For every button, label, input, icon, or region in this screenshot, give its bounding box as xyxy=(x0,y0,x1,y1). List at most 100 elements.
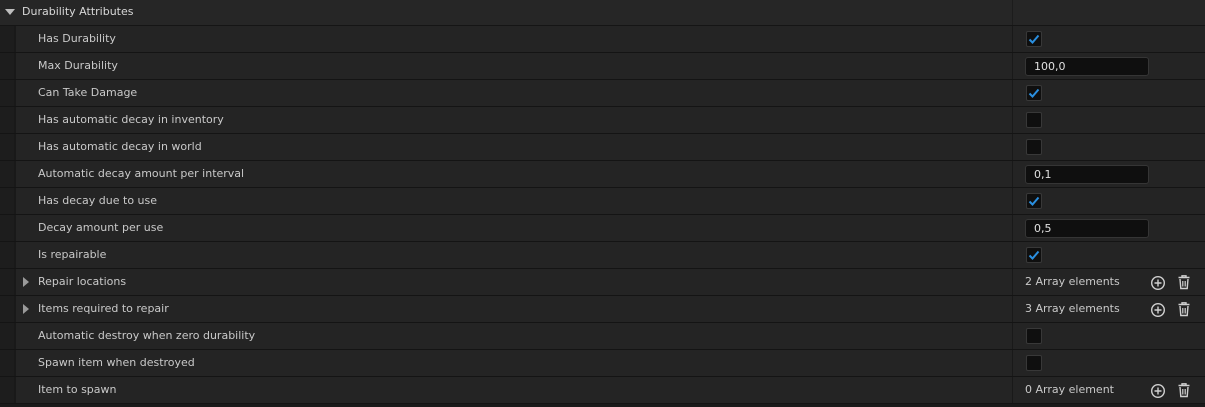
indent-guide xyxy=(14,269,16,295)
property-label: Automatic destroy when zero durability xyxy=(38,329,256,342)
row-gutter xyxy=(0,242,14,268)
checkmark-icon xyxy=(1028,196,1040,206)
property-label: Repair locations xyxy=(38,275,127,288)
indent-guide xyxy=(14,134,16,160)
array-count: 3 Array elements xyxy=(1025,302,1120,315)
property-label: Has Durability xyxy=(38,32,116,45)
column-divider[interactable] xyxy=(1012,0,1013,25)
array-count: 0 Array element xyxy=(1025,383,1114,396)
row-gutter xyxy=(0,269,14,295)
property-row-item-to-spawn: Item to spawn 0 Array element xyxy=(0,377,1205,404)
row-gutter xyxy=(0,323,14,349)
property-row-decay-world: Has automatic decay in world xyxy=(0,134,1205,161)
indent-guide xyxy=(14,350,16,376)
column-divider[interactable] xyxy=(1012,80,1013,106)
column-divider[interactable] xyxy=(1012,242,1013,268)
decay-world-checkbox[interactable] xyxy=(1026,139,1042,155)
decay-due-to-use-checkbox[interactable] xyxy=(1026,193,1042,209)
row-gutter xyxy=(0,161,14,187)
property-row-has-durability: Has Durability xyxy=(0,26,1205,53)
column-divider[interactable] xyxy=(1012,350,1013,376)
column-divider[interactable] xyxy=(1012,296,1013,322)
has-durability-checkbox[interactable] xyxy=(1026,31,1042,47)
trash-icon[interactable] xyxy=(1176,382,1192,398)
is-repairable-checkbox[interactable] xyxy=(1026,247,1042,263)
row-gutter xyxy=(0,107,14,133)
row-gutter xyxy=(0,377,14,403)
column-divider[interactable] xyxy=(1012,107,1013,133)
indent-guide xyxy=(14,80,16,106)
checkmark-icon xyxy=(1028,250,1040,260)
property-row-is-repairable: Is repairable xyxy=(0,242,1205,269)
trash-icon[interactable] xyxy=(1176,274,1192,290)
checkmark-icon xyxy=(1028,34,1040,44)
checkmark-icon xyxy=(1028,88,1040,98)
column-divider[interactable] xyxy=(1012,53,1013,79)
property-row-can-take-damage: Can Take Damage xyxy=(0,80,1205,107)
indent-guide xyxy=(14,323,16,349)
property-label: Is repairable xyxy=(38,248,107,261)
column-divider[interactable] xyxy=(1012,161,1013,187)
row-gutter xyxy=(0,215,14,241)
chevron-right-icon[interactable] xyxy=(23,277,29,287)
details-panel: Durability Attributes Has Durability Max… xyxy=(0,0,1205,407)
row-gutter xyxy=(0,80,14,106)
array-count: 2 Array elements xyxy=(1025,275,1120,288)
category-header[interactable]: Durability Attributes xyxy=(0,0,1205,26)
can-take-damage-checkbox[interactable] xyxy=(1026,85,1042,101)
indent-guide xyxy=(14,107,16,133)
column-divider[interactable] xyxy=(1012,134,1013,160)
row-gutter xyxy=(0,53,14,79)
property-label: Has automatic decay in inventory xyxy=(38,113,224,126)
add-element-icon[interactable] xyxy=(1150,302,1166,318)
indent-guide xyxy=(14,377,16,403)
indent-guide xyxy=(14,161,16,187)
category-title: Durability Attributes xyxy=(22,5,134,18)
spawn-item-checkbox[interactable] xyxy=(1026,355,1042,371)
row-gutter xyxy=(0,350,14,376)
property-label: Has automatic decay in world xyxy=(38,140,202,153)
indent-guide xyxy=(14,296,16,322)
property-label: Spawn item when destroyed xyxy=(38,356,195,369)
row-gutter xyxy=(0,296,14,322)
column-divider[interactable] xyxy=(1012,26,1013,52)
property-label: Decay amount per use xyxy=(38,221,164,234)
indent-guide xyxy=(14,215,16,241)
row-gutter xyxy=(0,26,14,52)
auto-destroy-checkbox[interactable] xyxy=(1026,328,1042,344)
chevron-right-icon[interactable] xyxy=(23,304,29,314)
decay-inventory-checkbox[interactable] xyxy=(1026,112,1042,128)
max-durability-input[interactable]: 100,0 xyxy=(1025,57,1149,76)
property-row-decay-inventory: Has automatic decay in inventory xyxy=(0,107,1205,134)
property-label: Automatic decay amount per interval xyxy=(38,167,245,180)
property-label: Item to spawn xyxy=(38,383,117,396)
property-row-items-required: Items required to repair 3 Array element… xyxy=(0,296,1205,323)
add-element-icon[interactable] xyxy=(1150,383,1166,399)
property-label: Has decay due to use xyxy=(38,194,158,207)
property-label: Items required to repair xyxy=(38,302,169,315)
column-divider[interactable] xyxy=(1012,269,1013,295)
column-divider[interactable] xyxy=(1012,377,1013,403)
indent-guide xyxy=(14,188,16,214)
chevron-down-icon[interactable] xyxy=(5,9,15,15)
column-divider[interactable] xyxy=(1012,323,1013,349)
add-element-icon[interactable] xyxy=(1150,275,1166,291)
indent-guide xyxy=(14,26,16,52)
row-gutter xyxy=(0,188,14,214)
property-label: Max Durability xyxy=(38,59,118,72)
trash-icon[interactable] xyxy=(1176,301,1192,317)
property-row-decay-amount-interval: Automatic decay amount per interval 0,1 xyxy=(0,161,1205,188)
indent-guide xyxy=(14,53,16,79)
property-row-decay-due-to-use: Has decay due to use xyxy=(0,188,1205,215)
property-row-auto-destroy: Automatic destroy when zero durability xyxy=(0,323,1205,350)
column-divider[interactable] xyxy=(1012,215,1013,241)
decay-amount-interval-input[interactable]: 0,1 xyxy=(1025,165,1149,184)
property-row-decay-amount-use: Decay amount per use 0,5 xyxy=(0,215,1205,242)
property-label: Can Take Damage xyxy=(38,86,138,99)
property-row-repair-locations: Repair locations 2 Array elements xyxy=(0,269,1205,296)
column-divider[interactable] xyxy=(1012,188,1013,214)
property-row-max-durability: Max Durability 100,0 xyxy=(0,53,1205,80)
row-gutter xyxy=(0,134,14,160)
decay-amount-use-input[interactable]: 0,5 xyxy=(1025,219,1149,238)
property-row-spawn-item: Spawn item when destroyed xyxy=(0,350,1205,377)
